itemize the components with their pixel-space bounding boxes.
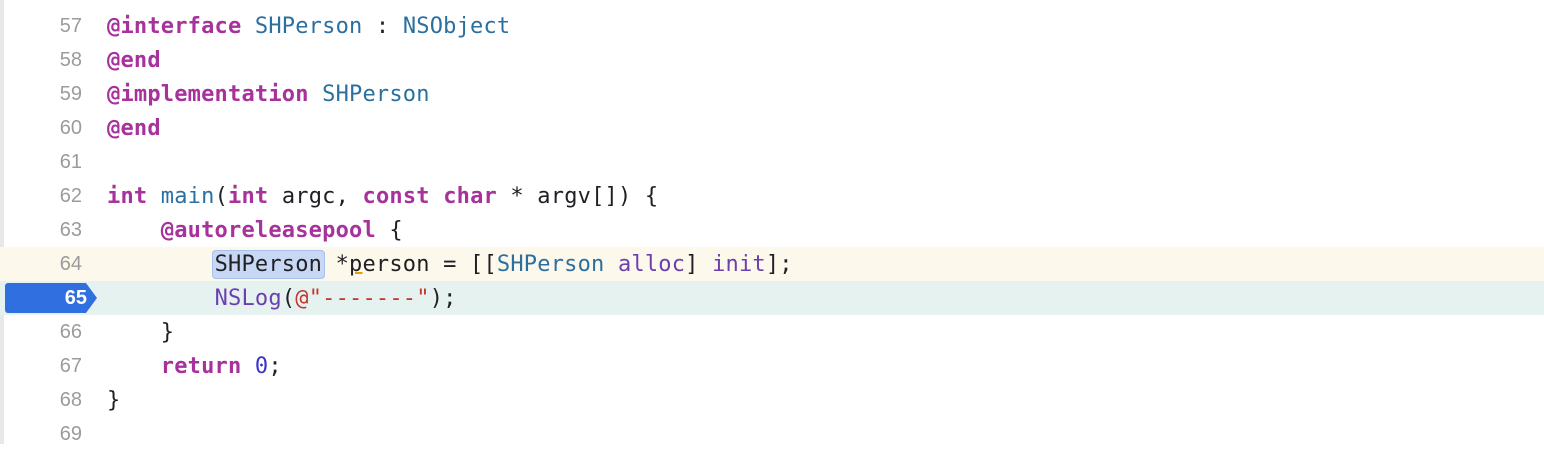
code-line[interactable]: 59 @implementation SHPerson xyxy=(0,77,1544,111)
code-editor[interactable]: 57 @interface SHPerson : NSObject 58 @en… xyxy=(0,0,1544,445)
code-line[interactable]: 69 xyxy=(0,417,1544,451)
code-line[interactable]: 60 @end xyxy=(0,111,1544,145)
code-line-current[interactable]: 65 NSLog(@"-------"); xyxy=(0,281,1544,315)
line-number[interactable]: 63 xyxy=(0,219,82,242)
code-line-cursor[interactable]: 64 SHPerson *person = [[SHPerson alloc] … xyxy=(0,247,1544,281)
warning-underline[interactable]: p xyxy=(349,252,362,277)
code-text[interactable]: SHPerson *person = [[SHPerson alloc] ini… xyxy=(107,249,793,279)
code-text[interactable]: @end xyxy=(107,116,161,141)
line-number[interactable]: 69 xyxy=(0,423,82,446)
code-line[interactable]: 58 @end xyxy=(0,43,1544,77)
code-text[interactable]: @interface SHPerson : NSObject xyxy=(107,14,510,39)
code-line[interactable]: 68 } xyxy=(0,383,1544,417)
line-number[interactable]: 64 xyxy=(0,253,82,276)
code-text[interactable]: } xyxy=(107,320,174,345)
line-number[interactable]: 62 xyxy=(0,185,82,208)
code-line[interactable]: 66 } xyxy=(0,315,1544,349)
code-text[interactable]: NSLog(@"-------"); xyxy=(107,286,457,311)
code-line[interactable]: 57 @interface SHPerson : NSObject xyxy=(0,9,1544,43)
line-number[interactable]: 61 xyxy=(0,151,82,174)
code-text[interactable]: @implementation SHPerson xyxy=(107,82,430,107)
line-number[interactable]: 58 xyxy=(0,49,82,72)
selected-token[interactable]: SHPerson xyxy=(211,249,326,279)
code-line[interactable]: 63 @autoreleasepool { xyxy=(0,213,1544,247)
code-text[interactable]: @autoreleasepool { xyxy=(107,218,403,243)
breakpoint-marker[interactable]: 65 xyxy=(5,283,97,313)
code-text[interactable]: return 0; xyxy=(107,354,282,379)
line-number[interactable]: 67 xyxy=(0,355,82,378)
line-number[interactable]: 68 xyxy=(0,389,82,412)
code-line[interactable]: 67 return 0; xyxy=(0,349,1544,383)
line-number[interactable]: 59 xyxy=(0,83,82,106)
code-line[interactable]: 61 xyxy=(0,145,1544,179)
code-line[interactable]: 62 int main(int argc, const char * argv[… xyxy=(0,179,1544,213)
line-number[interactable]: 57 xyxy=(0,15,82,38)
line-number[interactable]: 60 xyxy=(0,117,82,140)
code-text[interactable]: } xyxy=(107,388,120,413)
code-text[interactable]: @end xyxy=(107,48,161,73)
code-text[interactable]: int main(int argc, const char * argv[]) … xyxy=(107,184,658,209)
breakpoint-line-number: 65 xyxy=(64,287,87,309)
line-number[interactable]: 66 xyxy=(0,321,82,344)
